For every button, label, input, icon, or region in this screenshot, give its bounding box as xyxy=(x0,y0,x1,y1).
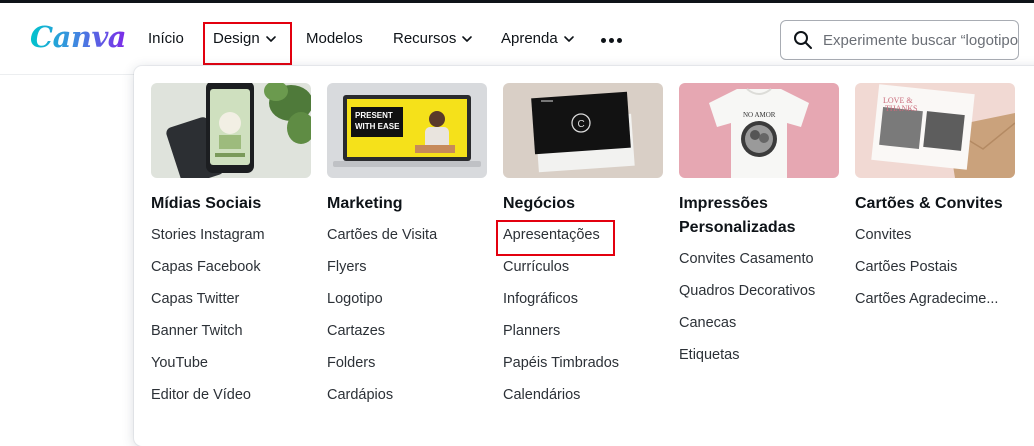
column-links: Cartões de Visita Flyers Logotipo Cartaz… xyxy=(327,219,502,411)
menu-link-calendarios[interactable]: Calendários xyxy=(503,379,678,411)
design-dropdown-menu: Mídias Sociais Stories Instagram Capas F… xyxy=(134,66,1034,446)
greeting-card-thumbnail[interactable]: LOVE & THANKS xyxy=(855,83,1015,178)
column-title[interactable]: Marketing xyxy=(327,192,492,216)
menu-link-flyers[interactable]: Flyers xyxy=(327,251,502,283)
svg-text:C: C xyxy=(578,119,585,130)
nav-recursos-label: Recursos xyxy=(393,30,457,47)
menu-link-editor-de-video[interactable]: Editor de Vídeo xyxy=(151,379,326,411)
nav-modelos-label: Modelos xyxy=(306,30,363,47)
menu-link-cartoes-de-visita[interactable]: Cartões de Visita xyxy=(327,219,502,251)
search-input[interactable] xyxy=(823,31,1018,49)
menu-link-cardapios[interactable]: Cardápios xyxy=(327,379,502,411)
search-box[interactable] xyxy=(780,20,1019,60)
column-title[interactable]: Mídias Sociais xyxy=(151,192,316,216)
menu-link-papeis-timbrados[interactable]: Papéis Timbrados xyxy=(503,347,678,379)
column-links: Convites Cartões Postais Cartões Agradec… xyxy=(855,219,1030,315)
column-title[interactable]: Negócios xyxy=(503,192,668,216)
menu-link-quadros-decorativos[interactable]: Quadros Decorativos xyxy=(679,275,854,307)
business-card-thumbnail[interactable]: C xyxy=(503,83,663,178)
menu-link-convites-casamento[interactable]: Convites Casamento xyxy=(679,243,854,275)
column-title[interactable]: Impressões Personalizadas xyxy=(679,192,844,240)
menu-link-capas-twitter[interactable]: Capas Twitter xyxy=(151,283,326,315)
column-links: Stories Instagram Capas Facebook Capas T… xyxy=(151,219,326,411)
custom-tshirt-thumbnail[interactable]: NO AMOR xyxy=(679,83,839,178)
menu-link-banner-twitch[interactable]: Banner Twitch xyxy=(151,315,326,347)
menu-link-planners[interactable]: Planners xyxy=(503,315,678,347)
menu-link-stories-instagram[interactable]: Stories Instagram xyxy=(151,219,326,251)
menu-link-canecas[interactable]: Canecas xyxy=(679,307,854,339)
menu-link-logotipo[interactable]: Logotipo xyxy=(327,283,502,315)
nav-aprenda[interactable]: Aprenda xyxy=(501,30,575,47)
menu-link-capas-facebook[interactable]: Capas Facebook xyxy=(151,251,326,283)
menu-link-cartoes-postais[interactable]: Cartões Postais xyxy=(855,251,1030,283)
phone-social-post-thumbnail[interactable] xyxy=(151,83,311,178)
svg-text:THANKS: THANKS xyxy=(885,104,917,113)
apresentacoes-highlight-box xyxy=(496,220,615,256)
nav-inicio-label: Início xyxy=(148,30,184,47)
menu-link-etiquetas[interactable]: Etiquetas xyxy=(679,339,854,371)
svg-text:NO AMOR: NO AMOR xyxy=(743,111,776,119)
canva-logo[interactable]: Canva xyxy=(30,20,127,54)
nav-recursos[interactable]: Recursos xyxy=(393,30,473,47)
column-title[interactable]: Cartões & Convites xyxy=(855,192,1020,216)
chevron-down-icon xyxy=(563,35,574,42)
nav-aprenda-label: Aprenda xyxy=(501,30,558,47)
chevron-down-icon xyxy=(462,35,473,42)
search-icon xyxy=(794,31,812,49)
design-highlight-box xyxy=(203,22,292,65)
menu-link-convites[interactable]: Convites xyxy=(855,219,1030,251)
laptop-presentation-thumbnail[interactable]: PRESENT WITH EASE xyxy=(327,83,487,178)
menu-link-folders[interactable]: Folders xyxy=(327,347,502,379)
column-links: Convites Casamento Quadros Decorativos C… xyxy=(679,243,854,371)
menu-link-cartoes-agradecimento[interactable]: Cartões Agradecime... xyxy=(855,283,1030,315)
top-header: Canva Início Design Modelos Recursos Apr… xyxy=(0,3,1034,75)
nav-inicio[interactable]: Início xyxy=(148,30,184,47)
menu-link-infograficos[interactable]: Infográficos xyxy=(503,283,678,315)
menu-link-cartazes[interactable]: Cartazes xyxy=(327,315,502,347)
menu-link-youtube[interactable]: YouTube xyxy=(151,347,326,379)
svg-text:PRESENT: PRESENT xyxy=(355,111,393,120)
svg-text:WITH EASE: WITH EASE xyxy=(355,122,400,131)
nav-modelos[interactable]: Modelos xyxy=(306,30,363,47)
more-horizontal-icon[interactable] xyxy=(601,38,623,44)
